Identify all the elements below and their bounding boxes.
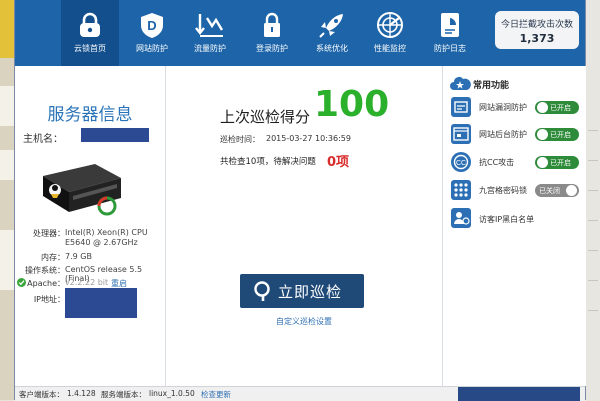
nav-label: 系统优化	[316, 44, 348, 53]
server-image-icon	[43, 164, 121, 216]
grid-password-lock-icon	[451, 180, 471, 200]
nav-tab-performance-monitor[interactable]: 性能监控	[361, 0, 419, 66]
admin-backend-protection-icon	[451, 124, 471, 144]
nav-label: 登录防护	[256, 44, 288, 53]
cloud-star-icon	[450, 77, 471, 90]
feature-label: 网站后台防护	[479, 130, 527, 139]
memory-label: 内存：	[41, 253, 65, 262]
common-features-panel: 常用功能 网站漏洞防护 已开启 网站后台防护 已开启 CC 抗CC攻击 已开启	[442, 66, 586, 386]
nav-tab-system-optimize[interactable]: 系统优化	[303, 0, 361, 66]
apache-label: Apache：	[27, 279, 65, 288]
memory-value: 7.9 GB	[65, 252, 92, 261]
scan-score-panel: 上次巡检得分 100 巡检时间： 2015-03-27 10:36:59 共检查…	[166, 66, 442, 386]
features-title: 常用功能	[473, 81, 510, 91]
feature-label[interactable]: 访客IP黑白名单	[479, 214, 534, 225]
ip-redacted	[65, 288, 137, 318]
attack-counter-label: 今日拦截攻击次数	[500, 20, 573, 30]
status-bar-button[interactable]	[458, 387, 580, 401]
cpu-value-line1: Intel(R) Xeon(R) CPU	[65, 228, 148, 237]
nav-label: 性能监控	[374, 44, 406, 53]
issues-count: 0项	[327, 155, 350, 170]
custom-scan-settings-link[interactable]: 自定义巡检设置	[166, 316, 442, 327]
scan-time-label: 巡检时间：	[220, 135, 260, 144]
nav-tab-home[interactable]: 云锁首页	[61, 0, 119, 66]
nav-label: 流量防护	[194, 44, 226, 53]
top-nav-bar: 云锁首页 D 网站防护 流量防护 登录防护 系统优化 性能监控 防护日志 今日拦…	[15, 0, 585, 66]
status-bar: 客户端版本： 1.4.128 服务端版本： linux_1.0.50 检查更新	[15, 386, 585, 401]
svg-text:D: D	[147, 18, 156, 33]
background-window-left	[0, 0, 14, 400]
grid-password-lock-toggle[interactable]: 已关闭	[535, 184, 579, 197]
anti-cc-toggle[interactable]: 已开启	[535, 156, 579, 169]
cpu-label: 处理器：	[33, 229, 65, 238]
server-version-value: linux_1.0.50	[149, 389, 195, 398]
vulnerability-protection-icon	[451, 97, 471, 117]
search-icon	[254, 281, 270, 301]
server-version-label: 服务端版本：	[101, 390, 146, 399]
nav-tab-website-protection[interactable]: D 网站防护	[123, 0, 181, 66]
client-version-label: 客户端版本：	[19, 390, 64, 399]
toggle-label: 已关闭	[539, 187, 560, 195]
anti-cc-icon: CC	[451, 152, 471, 172]
feature-label: 九宫格密码锁	[479, 186, 527, 195]
background-window-right	[586, 0, 600, 400]
feature-label: 网站漏洞防护	[479, 103, 527, 112]
radar-icon	[377, 12, 403, 38]
scan-now-label: 立即巡检	[278, 283, 343, 301]
hostname-redacted	[81, 128, 149, 142]
admin-backend-protection-toggle[interactable]: 已开启	[535, 128, 579, 141]
nav-label: 防护日志	[434, 44, 466, 53]
svg-text:CC: CC	[456, 160, 466, 167]
nav-tab-traffic-protection[interactable]: 流量防护	[181, 0, 239, 66]
issues-summary: 共检查10项，待解决问题	[220, 157, 316, 167]
cpu-value-line2: E5640 @ 2.67GHz	[65, 238, 138, 247]
toggle-label: 已开启	[550, 159, 571, 167]
rocket-icon	[319, 14, 343, 38]
score-value: 100	[314, 84, 390, 125]
vulnerability-protection-toggle[interactable]: 已开启	[535, 101, 579, 114]
lock-icon	[80, 12, 100, 37]
visitor-ip-list-icon	[451, 208, 471, 228]
nav-tab-login-protection[interactable]: 登录防护	[243, 0, 301, 66]
check-update-link[interactable]: 检查更新	[201, 389, 231, 400]
client-version-value: 1.4.128	[67, 389, 96, 398]
attack-counter-card: 今日拦截攻击次数 1,373	[495, 11, 579, 49]
score-label: 上次巡检得分	[220, 108, 311, 126]
ip-label: IP地址：	[33, 295, 65, 304]
nav-tab-protection-log[interactable]: 防护日志	[421, 0, 479, 66]
toggle-label: 已开启	[550, 104, 571, 112]
padlock-icon	[264, 12, 280, 37]
traffic-arrows-icon	[195, 14, 224, 37]
feature-label: 抗CC攻击	[479, 158, 515, 167]
attack-counter-value: 1,373	[519, 32, 555, 45]
log-document-icon	[441, 13, 459, 37]
scan-now-button[interactable]: 立即巡检	[240, 274, 364, 308]
nav-label: 网站防护	[136, 44, 168, 53]
os-label: 操作系统：	[25, 266, 65, 275]
server-info-title: 服务器信息	[47, 105, 133, 125]
yunsuo-main-window: 云锁首页 D 网站防护 流量防护 登录防护 系统优化 性能监控 防护日志 今日拦…	[14, 0, 586, 401]
server-info-panel: 服务器信息 主机名： 处理器： Intel(R) Xeon(R) CPU E56…	[15, 66, 166, 386]
shield-d-icon: D	[141, 13, 163, 38]
apache-value: v2.2.22 bit	[65, 278, 109, 287]
scan-time-value: 2015-03-27 10:36:59	[266, 134, 351, 143]
toggle-label: 已开启	[550, 131, 571, 139]
nav-label: 云锁首页	[74, 44, 106, 53]
hostname-label: 主机名：	[23, 134, 63, 145]
